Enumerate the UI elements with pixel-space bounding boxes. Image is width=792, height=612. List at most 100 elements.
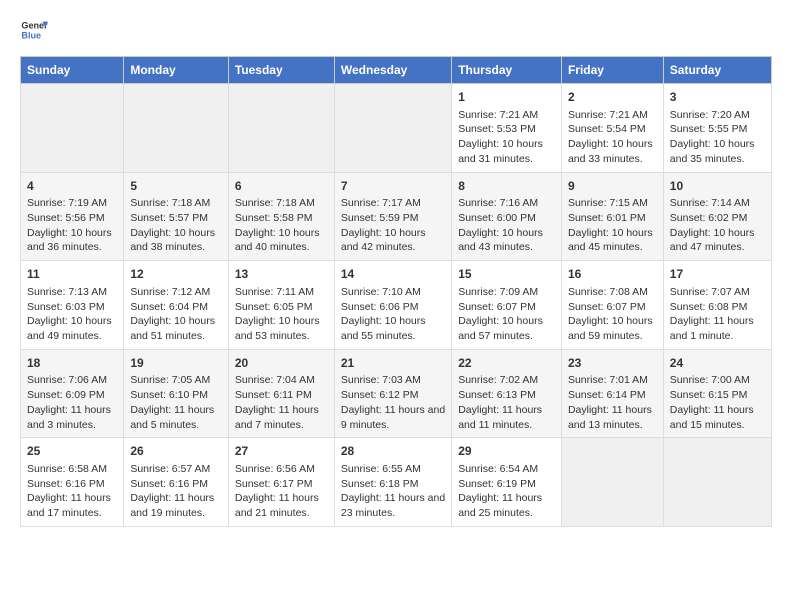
daylight-text: Daylight: 10 hours and 53 minutes. — [235, 314, 328, 343]
calendar-cell: 29 Sunrise: 6:54 AMSunset: 6:19 PMDayligh… — [452, 438, 562, 527]
calendar-table: SundayMondayTuesdayWednesdayThursdayFrid… — [20, 56, 772, 527]
sunrise-text: Sunrise: 7:12 AM — [130, 285, 222, 300]
day-number: 18 — [27, 355, 117, 372]
calendar-cell: 2Sunrise: 7:21 AMSunset: 5:54 PMDaylight… — [561, 84, 663, 173]
calendar-cell: 25Sunrise: 6:58 AMSunset: 6:16 PMDayligh… — [21, 438, 124, 527]
day-number: 17 — [670, 266, 765, 283]
sunrise-text: Sunrise: 7:21 AM — [568, 108, 657, 123]
sunset-text: Sunset: 6:07 PM — [458, 300, 555, 315]
svg-text:Blue: Blue — [21, 30, 41, 40]
calendar-cell: 16Sunrise: 7:08 AMSunset: 6:07 PMDayligh… — [561, 261, 663, 350]
daylight-text: Daylight: 10 hours and 31 minutes. — [458, 137, 555, 166]
day-number: 25 — [27, 443, 117, 460]
daylight-text: Daylight: 10 hours and 49 minutes. — [27, 314, 117, 343]
daylight-text: Daylight: 10 hours and 55 minutes. — [341, 314, 445, 343]
sunset-text: Sunset: 6:11 PM — [235, 388, 328, 403]
daylight-text: Daylight: 10 hours and 57 minutes. — [458, 314, 555, 343]
calendar-cell: 20Sunrise: 7:04 AMSunset: 6:11 PMDayligh… — [228, 349, 334, 438]
daylight-text: Daylight: 10 hours and 40 minutes. — [235, 226, 328, 255]
logo-icon: General Blue — [20, 16, 48, 44]
col-header-friday: Friday — [561, 57, 663, 84]
sunrise-text: Sunrise: 7:10 AM — [341, 285, 445, 300]
day-number: 21 — [341, 355, 445, 372]
calendar-cell: 24Sunrise: 7:00 AMSunset: 6:15 PMDayligh… — [663, 349, 771, 438]
calendar-cell: 9Sunrise: 7:15 AMSunset: 6:01 PMDaylight… — [561, 172, 663, 261]
day-number: 6 — [235, 178, 328, 195]
day-number: 27 — [235, 443, 328, 460]
daylight-text: Daylight: 11 hours and 23 minutes. — [341, 491, 445, 520]
sunrise-text: Sunrise: 6:55 AM — [341, 462, 445, 477]
day-number: 13 — [235, 266, 328, 283]
sunset-text: Sunset: 6:00 PM — [458, 211, 555, 226]
day-number: 26 — [130, 443, 222, 460]
daylight-text: Daylight: 11 hours and 19 minutes. — [130, 491, 222, 520]
sunset-text: Sunset: 5:54 PM — [568, 122, 657, 137]
daylight-text: Daylight: 11 hours and 5 minutes. — [130, 403, 222, 432]
day-number: 4 — [27, 178, 117, 195]
sunrise-text: Sunrise: 7:20 AM — [670, 108, 765, 123]
sunset-text: Sunset: 6:04 PM — [130, 300, 222, 315]
day-number: 16 — [568, 266, 657, 283]
calendar-cell — [21, 84, 124, 173]
daylight-text: Daylight: 10 hours and 35 minutes. — [670, 137, 765, 166]
sunset-text: Sunset: 5:53 PM — [458, 122, 555, 137]
daylight-text: Daylight: 10 hours and 51 minutes. — [130, 314, 222, 343]
sunset-text: Sunset: 5:59 PM — [341, 211, 445, 226]
sunset-text: Sunset: 6:14 PM — [568, 388, 657, 403]
sunset-text: Sunset: 6:15 PM — [670, 388, 765, 403]
week-row-4: 18Sunrise: 7:06 AMSunset: 6:09 PMDayligh… — [21, 349, 772, 438]
sunrise-text: Sunrise: 7:15 AM — [568, 196, 657, 211]
daylight-text: Daylight: 11 hours and 13 minutes. — [568, 403, 657, 432]
sunrise-text: Sunrise: 7:14 AM — [670, 196, 765, 211]
daylight-text: Daylight: 11 hours and 3 minutes. — [27, 403, 117, 432]
calendar-cell: 12Sunrise: 7:12 AMSunset: 6:04 PMDayligh… — [124, 261, 229, 350]
daylight-text: Daylight: 10 hours and 38 minutes. — [130, 226, 222, 255]
calendar-cell: 15Sunrise: 7:09 AMSunset: 6:07 PMDayligh… — [452, 261, 562, 350]
col-header-thursday: Thursday — [452, 57, 562, 84]
day-number: 22 — [458, 355, 555, 372]
daylight-text: Daylight: 11 hours and 11 minutes. — [458, 403, 555, 432]
sunset-text: Sunset: 6:10 PM — [130, 388, 222, 403]
col-header-saturday: Saturday — [663, 57, 771, 84]
daylight-text: Daylight: 11 hours and 25 minutes. — [458, 491, 555, 520]
day-number: 29 — [458, 443, 555, 460]
calendar-cell: 5Sunrise: 7:18 AMSunset: 5:57 PMDaylight… — [124, 172, 229, 261]
logo: General Blue — [20, 16, 54, 44]
calendar-cell: 4Sunrise: 7:19 AMSunset: 5:56 PMDaylight… — [21, 172, 124, 261]
sunrise-text: Sunrise: 7:02 AM — [458, 373, 555, 388]
calendar-cell: 19Sunrise: 7:05 AMSunset: 6:10 PMDayligh… — [124, 349, 229, 438]
sunrise-text: Sunrise: 7:16 AM — [458, 196, 555, 211]
sunset-text: Sunset: 6:01 PM — [568, 211, 657, 226]
daylight-text: Daylight: 10 hours and 45 minutes. — [568, 226, 657, 255]
day-number: 3 — [670, 89, 765, 106]
sunset-text: Sunset: 6:03 PM — [27, 300, 117, 315]
sunrise-text: Sunrise: 7:19 AM — [27, 196, 117, 211]
sunrise-text: Sunrise: 7:03 AM — [341, 373, 445, 388]
daylight-text: Daylight: 10 hours and 47 minutes. — [670, 226, 765, 255]
sunset-text: Sunset: 5:58 PM — [235, 211, 328, 226]
sunset-text: Sunset: 6:08 PM — [670, 300, 765, 315]
day-number: 8 — [458, 178, 555, 195]
sunrise-text: Sunrise: 7:07 AM — [670, 285, 765, 300]
sunrise-text: Sunrise: 7:05 AM — [130, 373, 222, 388]
day-number: 24 — [670, 355, 765, 372]
sunrise-text: Sunrise: 6:54 AM — [458, 462, 555, 477]
calendar-cell: 17Sunrise: 7:07 AMSunset: 6:08 PMDayligh… — [663, 261, 771, 350]
sunrise-text: Sunrise: 7:18 AM — [130, 196, 222, 211]
sunset-text: Sunset: 6:09 PM — [27, 388, 117, 403]
calendar-cell: 27Sunrise: 6:56 AMSunset: 6:17 PMDayligh… — [228, 438, 334, 527]
sunset-text: Sunset: 6:02 PM — [670, 211, 765, 226]
sunrise-text: Sunrise: 7:09 AM — [458, 285, 555, 300]
sunrise-text: Sunrise: 6:57 AM — [130, 462, 222, 477]
sunset-text: Sunset: 6:19 PM — [458, 477, 555, 492]
sunset-text: Sunset: 5:55 PM — [670, 122, 765, 137]
sunrise-text: Sunrise: 7:06 AM — [27, 373, 117, 388]
col-header-tuesday: Tuesday — [228, 57, 334, 84]
sunset-text: Sunset: 5:57 PM — [130, 211, 222, 226]
col-header-sunday: Sunday — [21, 57, 124, 84]
calendar-cell — [334, 84, 451, 173]
sunset-text: Sunset: 6:18 PM — [341, 477, 445, 492]
day-number: 2 — [568, 89, 657, 106]
calendar-cell: 21Sunrise: 7:03 AMSunset: 6:12 PMDayligh… — [334, 349, 451, 438]
daylight-text: Daylight: 10 hours and 36 minutes. — [27, 226, 117, 255]
